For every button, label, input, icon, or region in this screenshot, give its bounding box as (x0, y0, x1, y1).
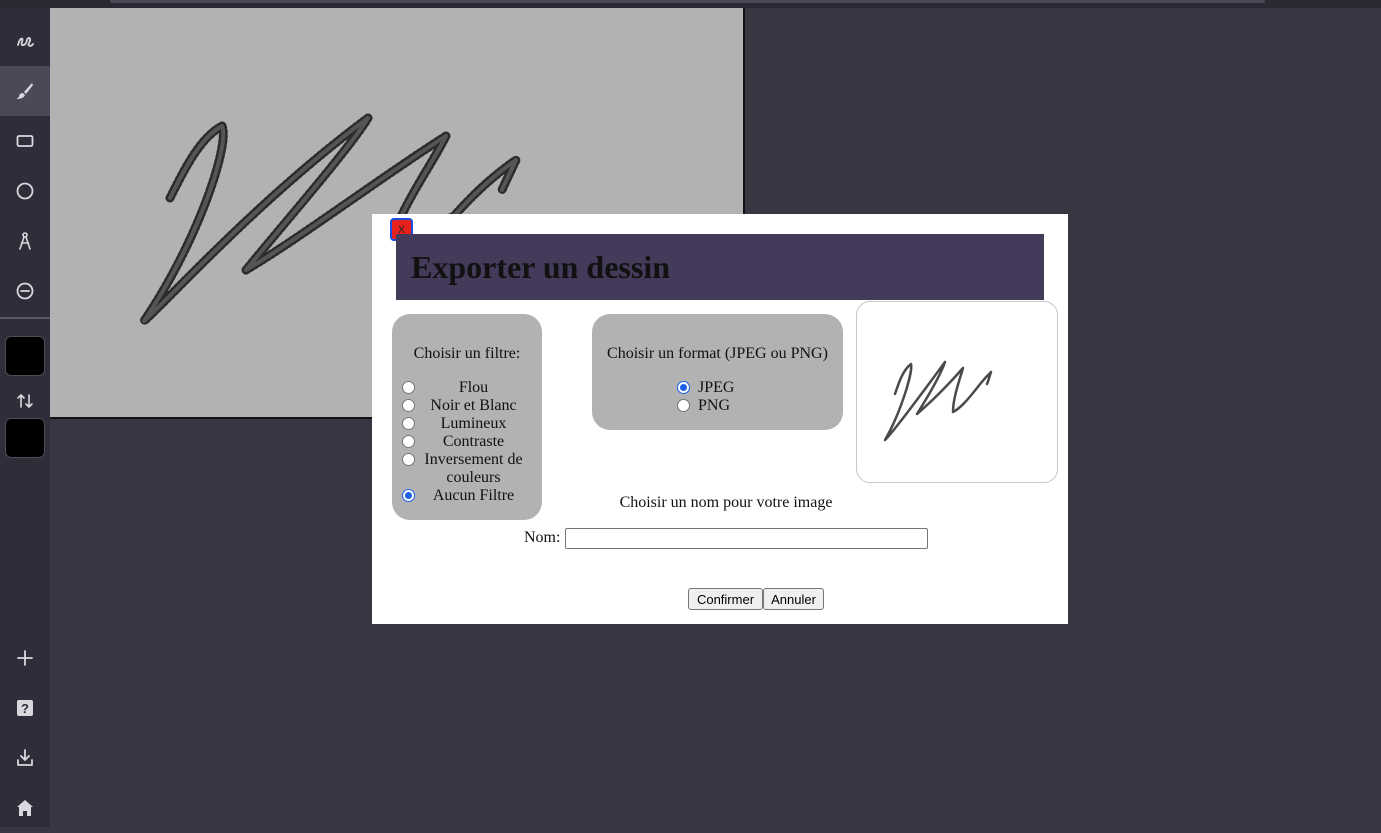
horizontal-scrollbar[interactable] (110, 0, 1265, 3)
compass-tool-button[interactable] (0, 216, 50, 266)
freehand-squiggle-icon (17, 36, 34, 47)
format-option-png[interactable]: PNG (677, 397, 730, 415)
freehand-tool-button[interactable] (0, 16, 50, 66)
format-panel-title: Choisir un format (JPEG ou PNG) (607, 345, 828, 362)
dialog-header: Exporter un dessin (396, 234, 1044, 300)
help-icon: ? (17, 700, 33, 716)
filter-option-label: Lumineux (440, 415, 507, 432)
secondary-color-swatch[interactable] (5, 418, 45, 458)
radio-aucun-filtre[interactable] (402, 489, 415, 502)
filter-option-flou[interactable]: Flou (402, 379, 532, 397)
tool-sidebar: ? (0, 8, 50, 827)
filter-panel: Choisir un filtre: Flou Noir et Blanc Lu… (392, 314, 542, 520)
filter-option-contraste[interactable]: Contraste (402, 433, 532, 451)
rectangle-tool-button[interactable] (0, 116, 50, 166)
radio-flou[interactable] (402, 381, 415, 394)
top-bar (0, 0, 1381, 8)
cancel-button[interactable]: Annuler (763, 588, 824, 610)
plus-icon (17, 650, 33, 666)
confirm-button[interactable]: Confirmer (688, 588, 763, 610)
brush-tool-button[interactable] (0, 66, 50, 116)
rectangle-icon (16, 135, 34, 147)
radio-png[interactable] (677, 399, 690, 412)
sidebar-divider (0, 317, 50, 319)
export-button[interactable] (0, 733, 50, 783)
format-option-label: JPEG (698, 379, 735, 396)
filter-option-label: Noir et Blanc (430, 397, 517, 414)
new-drawing-button[interactable] (0, 633, 50, 683)
filter-option-label: Flou (458, 379, 489, 396)
dialog-title: Exporter un dessin (411, 248, 671, 285)
svg-text:?: ? (21, 701, 29, 716)
help-button[interactable]: ? (0, 683, 50, 733)
filter-option-label: Inversement de couleurs (424, 451, 523, 486)
format-option-label: PNG (698, 397, 731, 414)
name-label: Nom: (524, 529, 561, 546)
radio-jpeg[interactable] (677, 381, 690, 394)
eraser-tool-button[interactable] (0, 266, 50, 316)
radio-lumineux[interactable] (402, 417, 415, 430)
download-icon (17, 749, 33, 766)
primary-color-swatch[interactable] (5, 336, 45, 376)
radio-contraste[interactable] (402, 435, 415, 448)
home-button[interactable] (0, 783, 50, 833)
filter-option-aucun-filtre[interactable]: Aucun Filtre (402, 487, 532, 505)
preview-drawing (883, 360, 993, 442)
name-input[interactable] (565, 528, 928, 549)
filter-option-label: Contraste (442, 433, 505, 450)
radio-inversement[interactable] (402, 453, 415, 466)
compass-icon (19, 232, 31, 250)
export-preview (856, 301, 1058, 483)
format-option-jpeg[interactable]: JPEG (677, 379, 734, 397)
filter-option-lumineux[interactable]: Lumineux (402, 415, 532, 433)
filter-option-inversement[interactable]: Inversement de couleurs (402, 451, 532, 487)
swap-arrows-icon (17, 394, 33, 408)
home-icon (17, 800, 33, 816)
format-panel: Choisir un format (JPEG ou PNG) JPEG PNG (592, 314, 843, 430)
filter-panel-title: Choisir un filtre: (413, 345, 521, 362)
export-dialog: X Exporter un dessin Choisir un filtre: … (372, 214, 1068, 624)
ellipse-tool-button[interactable] (0, 166, 50, 216)
filter-option-label: Aucun Filtre (432, 487, 515, 504)
name-prompt: Choisir un nom pour votre image (619, 494, 833, 511)
radio-noir-et-blanc[interactable] (402, 399, 415, 412)
ellipse-icon (16, 182, 34, 200)
brush-icon (17, 83, 33, 99)
eraser-icon (16, 282, 34, 300)
filter-option-noir-et-blanc[interactable]: Noir et Blanc (402, 397, 532, 415)
